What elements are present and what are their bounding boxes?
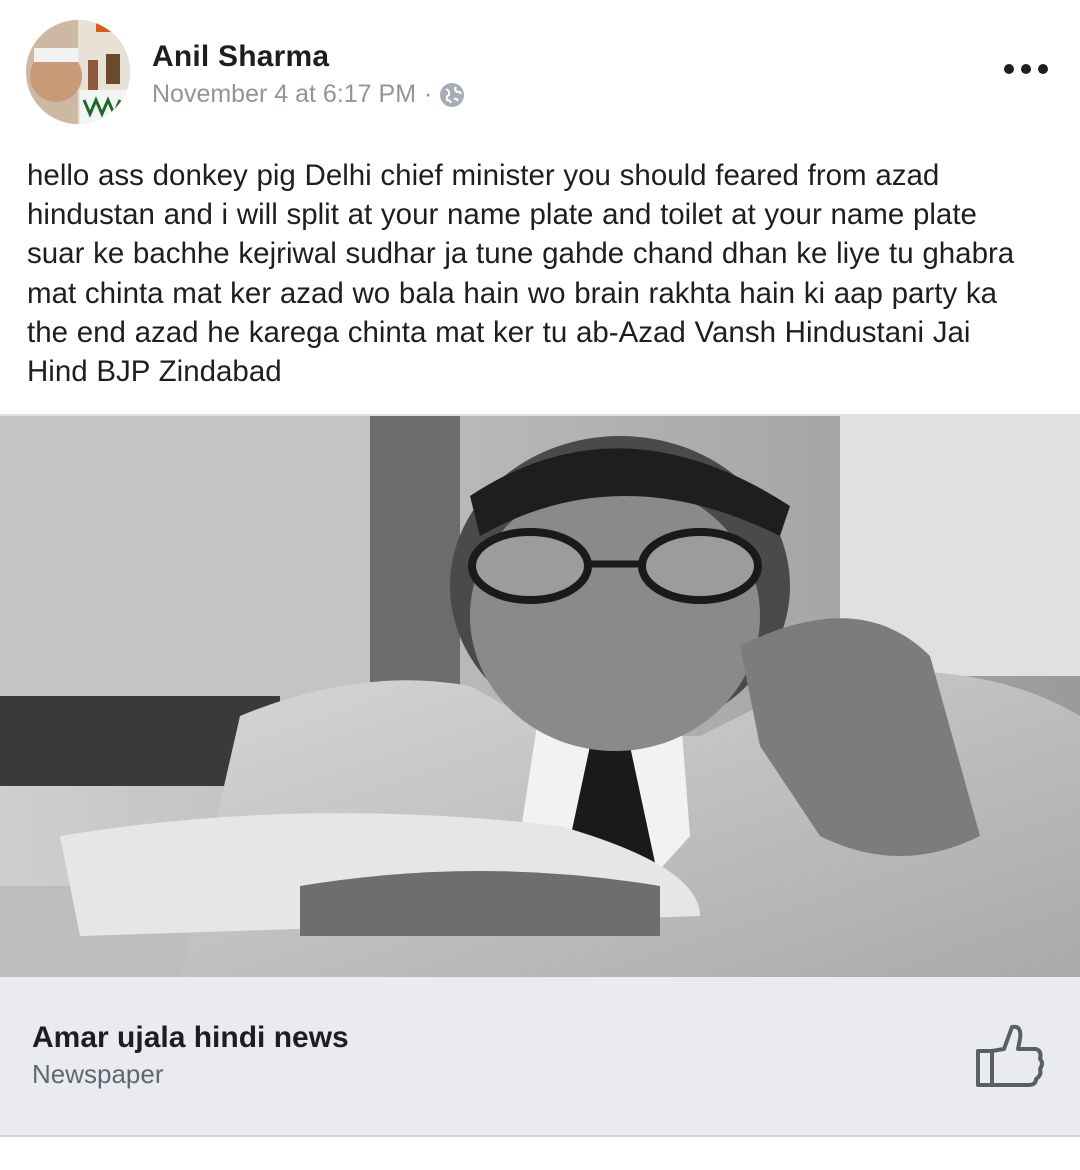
page-category: Newspaper (32, 1059, 164, 1089)
post-text-line: hindustan and i will split at your name … (27, 198, 977, 232)
more-options-icon-dot (1021, 64, 1031, 74)
post-timestamp[interactable]: November 4 at 6:17 PM (152, 80, 416, 109)
author-avatar[interactable] (26, 20, 130, 124)
more-options-button[interactable] (1004, 56, 1048, 82)
globe-icon (440, 82, 465, 107)
more-options-icon-dot (1038, 64, 1048, 74)
post-text-line: mat chinta mat ker azad wo bala hain wo … (27, 276, 998, 310)
meta-separator: · (424, 80, 433, 108)
avatar-image (26, 20, 130, 124)
author-name[interactable]: Anil Sharma (152, 40, 329, 74)
post-text-line: hello ass donkey pig Delhi chief ministe… (27, 159, 940, 192)
post-photo[interactable] (0, 414, 1080, 979)
post-text-line: Hind BJP Zindabad (27, 355, 282, 389)
more-options-icon-dot (1004, 64, 1014, 74)
like-page-button[interactable] (970, 1021, 1050, 1091)
post-meta: November 4 at 6:17 PM · (152, 80, 466, 109)
post-header: Anil Sharma November 4 at 6:17 PM · (0, 0, 1080, 140)
portrait-image (0, 416, 1080, 979)
page-name[interactable]: Amar ujala hindi news (32, 1021, 349, 1055)
post-text-line: the end azad he karega chinta mat ker tu… (27, 315, 971, 349)
post-text-line: suar ke bachhe kejriwal sudhar ja tune g… (27, 237, 1015, 271)
thumbs-up-icon (976, 1024, 1044, 1087)
link-card[interactable]: Amar ujala hindi news Newspaper (0, 977, 1080, 1137)
post-text: hello ass donkey pig Delhi chief ministe… (27, 156, 1057, 391)
